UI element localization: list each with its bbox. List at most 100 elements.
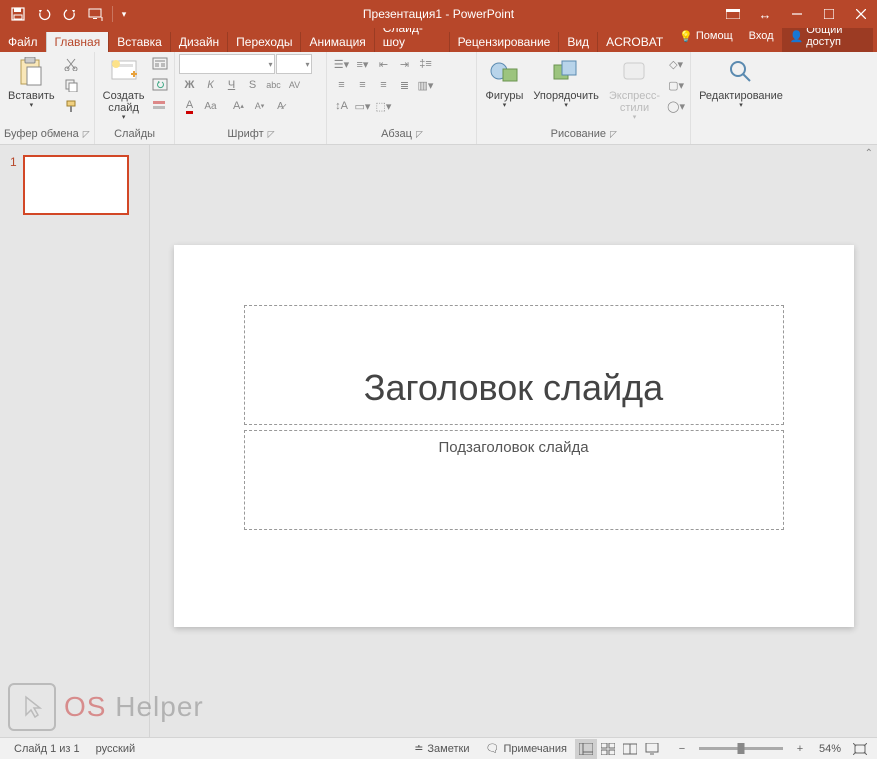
tab-review[interactable]: Рецензирование [449,32,559,52]
strikethrough-button[interactable]: S [242,75,262,95]
tell-me-button[interactable]: 💡Помощ [671,27,740,46]
save-button[interactable] [6,2,30,26]
shape-outline-button[interactable]: ▢▾ [666,75,686,95]
comments-button[interactable]: 🗨Примечания [477,742,574,755]
layout-button[interactable] [150,54,170,74]
bullets-button[interactable]: ☰▾ [331,54,351,74]
italic-button[interactable]: К [200,75,220,95]
copy-button[interactable] [61,75,81,95]
decrease-indent-button[interactable]: ⇤ [373,54,393,74]
justify-button[interactable]: ≣ [394,75,414,95]
char-spacing-button[interactable]: AV [284,75,304,95]
tab-transitions[interactable]: Переходы [227,32,300,52]
arrange-button[interactable]: Упорядочить▾ [529,54,602,112]
slide-thumbnail[interactable]: 1 [10,155,139,215]
full-screen-button[interactable]: ↔ [749,0,781,28]
shapes-button[interactable]: Фигуры▾ [481,54,527,112]
shape-effects-button[interactable]: ◯▾ [666,96,686,116]
slide-panel[interactable]: 1 [0,145,150,737]
text-direction-button[interactable]: ↕A [331,96,351,116]
dialog-launcher-icon[interactable]: ◸ [268,129,275,140]
reading-view-button[interactable] [619,739,641,759]
paste-button[interactable]: Вставить▾ [4,54,59,112]
font-size-select[interactable] [276,54,312,74]
thumbnail-image[interactable] [23,155,129,215]
numbering-button[interactable]: ≡▾ [352,54,372,74]
minimize-button[interactable] [781,0,813,28]
new-slide-icon [108,56,140,88]
notes-icon: ≐ [414,742,423,755]
change-case-button[interactable]: Aa [200,96,220,116]
slide-editor[interactable]: Заголовок слайда Подзаголовок слайда [150,145,877,737]
close-button[interactable] [845,0,877,28]
dialog-launcher-icon[interactable]: ◸ [610,129,617,140]
editing-button[interactable]: Редактирование▾ [695,54,787,112]
align-right-button[interactable]: ≡ [373,75,393,95]
increase-indent-button[interactable]: ⇥ [394,54,414,74]
shrink-font-button[interactable]: A▾ [249,96,269,116]
bold-button[interactable]: Ж [179,75,199,95]
quick-styles-button[interactable]: Экспресс- стили▾ [605,54,664,124]
sorter-view-button[interactable] [597,739,619,759]
tab-file[interactable]: Файл [0,32,46,52]
undo-button[interactable] [32,2,56,26]
start-from-beginning-button[interactable] [84,2,108,26]
group-paragraph: ☰▾ ≡▾ ⇤ ⇥ ‡≡ ≡ ≡ ≡ ≣ ▥▾ ↕A ▭▾ ⬚▾ Абзац ◸ [327,52,477,144]
cut-button[interactable] [61,54,81,74]
align-left-button[interactable]: ≡ [331,75,351,95]
shadow-button[interactable]: abc [263,75,283,95]
group-label: Абзац [381,128,412,140]
underline-button[interactable]: Ч [221,75,241,95]
zoom-out-button[interactable]: − [671,739,693,759]
tab-insert[interactable]: Вставка [108,32,170,52]
group-label: Буфер обмена [4,128,79,140]
line-spacing-button[interactable]: ‡≡ [415,54,435,74]
section-button[interactable] [150,96,170,116]
group-editing: Редактирование▾ [691,52,791,144]
title-bar: ▾ Презентация1 - PowerPoint ↔ [0,0,877,28]
zoom-in-button[interactable]: + [789,739,811,759]
font-color-button[interactable]: A [179,96,199,116]
slide-canvas[interactable]: Заголовок слайда Подзаголовок слайда [174,245,854,627]
group-font: Ж К Ч S abc AV A Aa A▴ A▾ A̷ Шрифт◸ [175,52,327,144]
smartart-button[interactable]: ⬚▾ [373,96,393,116]
reset-button[interactable] [150,75,170,95]
dialog-launcher-icon[interactable]: ◸ [416,129,423,140]
zoom-level[interactable]: 54% [811,743,849,755]
subtitle-placeholder[interactable]: Подзаголовок слайда [244,430,784,530]
new-slide-button[interactable]: Создать слайд▾ [99,54,149,124]
cursor-icon [8,683,56,731]
zoom-slider[interactable] [699,747,783,750]
shape-fill-button[interactable]: ◇▾ [666,54,686,74]
watermark: OS Helper [8,683,204,731]
slideshow-view-button[interactable] [641,739,663,759]
quick-access-toolbar: ▾ [0,2,131,26]
language-button[interactable]: русский [88,743,143,755]
normal-view-button[interactable] [575,739,597,759]
font-name-select[interactable] [179,54,275,74]
maximize-button[interactable] [813,0,845,28]
separator [112,6,113,22]
slide-count[interactable]: Слайд 1 из 1 [6,743,88,755]
title-placeholder[interactable]: Заголовок слайда [244,305,784,425]
dialog-launcher-icon[interactable]: ◸ [83,129,90,140]
notes-button[interactable]: ≐Заметки [406,742,477,755]
status-bar: Слайд 1 из 1 русский ≐Заметки 🗨Примечани… [0,737,877,759]
ribbon-display-button[interactable] [717,0,749,28]
redo-button[interactable] [58,2,82,26]
clear-format-button[interactable]: A̷ [270,96,290,116]
tab-design[interactable]: Дизайн [170,32,227,52]
sign-in-button[interactable]: Вход [741,27,782,45]
tab-home[interactable]: Главная [46,32,109,52]
tab-view[interactable]: Вид [558,32,597,52]
columns-button[interactable]: ▥▾ [415,75,435,95]
collapse-ribbon-button[interactable]: ⌃ [865,148,873,159]
fit-to-window-button[interactable] [849,739,871,759]
align-text-button[interactable]: ▭▾ [352,96,372,116]
grow-font-button[interactable]: A▴ [228,96,248,116]
align-center-button[interactable]: ≡ [352,75,372,95]
tab-acrobat[interactable]: ACROBAT [597,32,671,52]
tab-animations[interactable]: Анимация [300,32,373,52]
customize-qat-button[interactable]: ▾ [117,2,131,26]
format-painter-button[interactable] [61,96,81,116]
